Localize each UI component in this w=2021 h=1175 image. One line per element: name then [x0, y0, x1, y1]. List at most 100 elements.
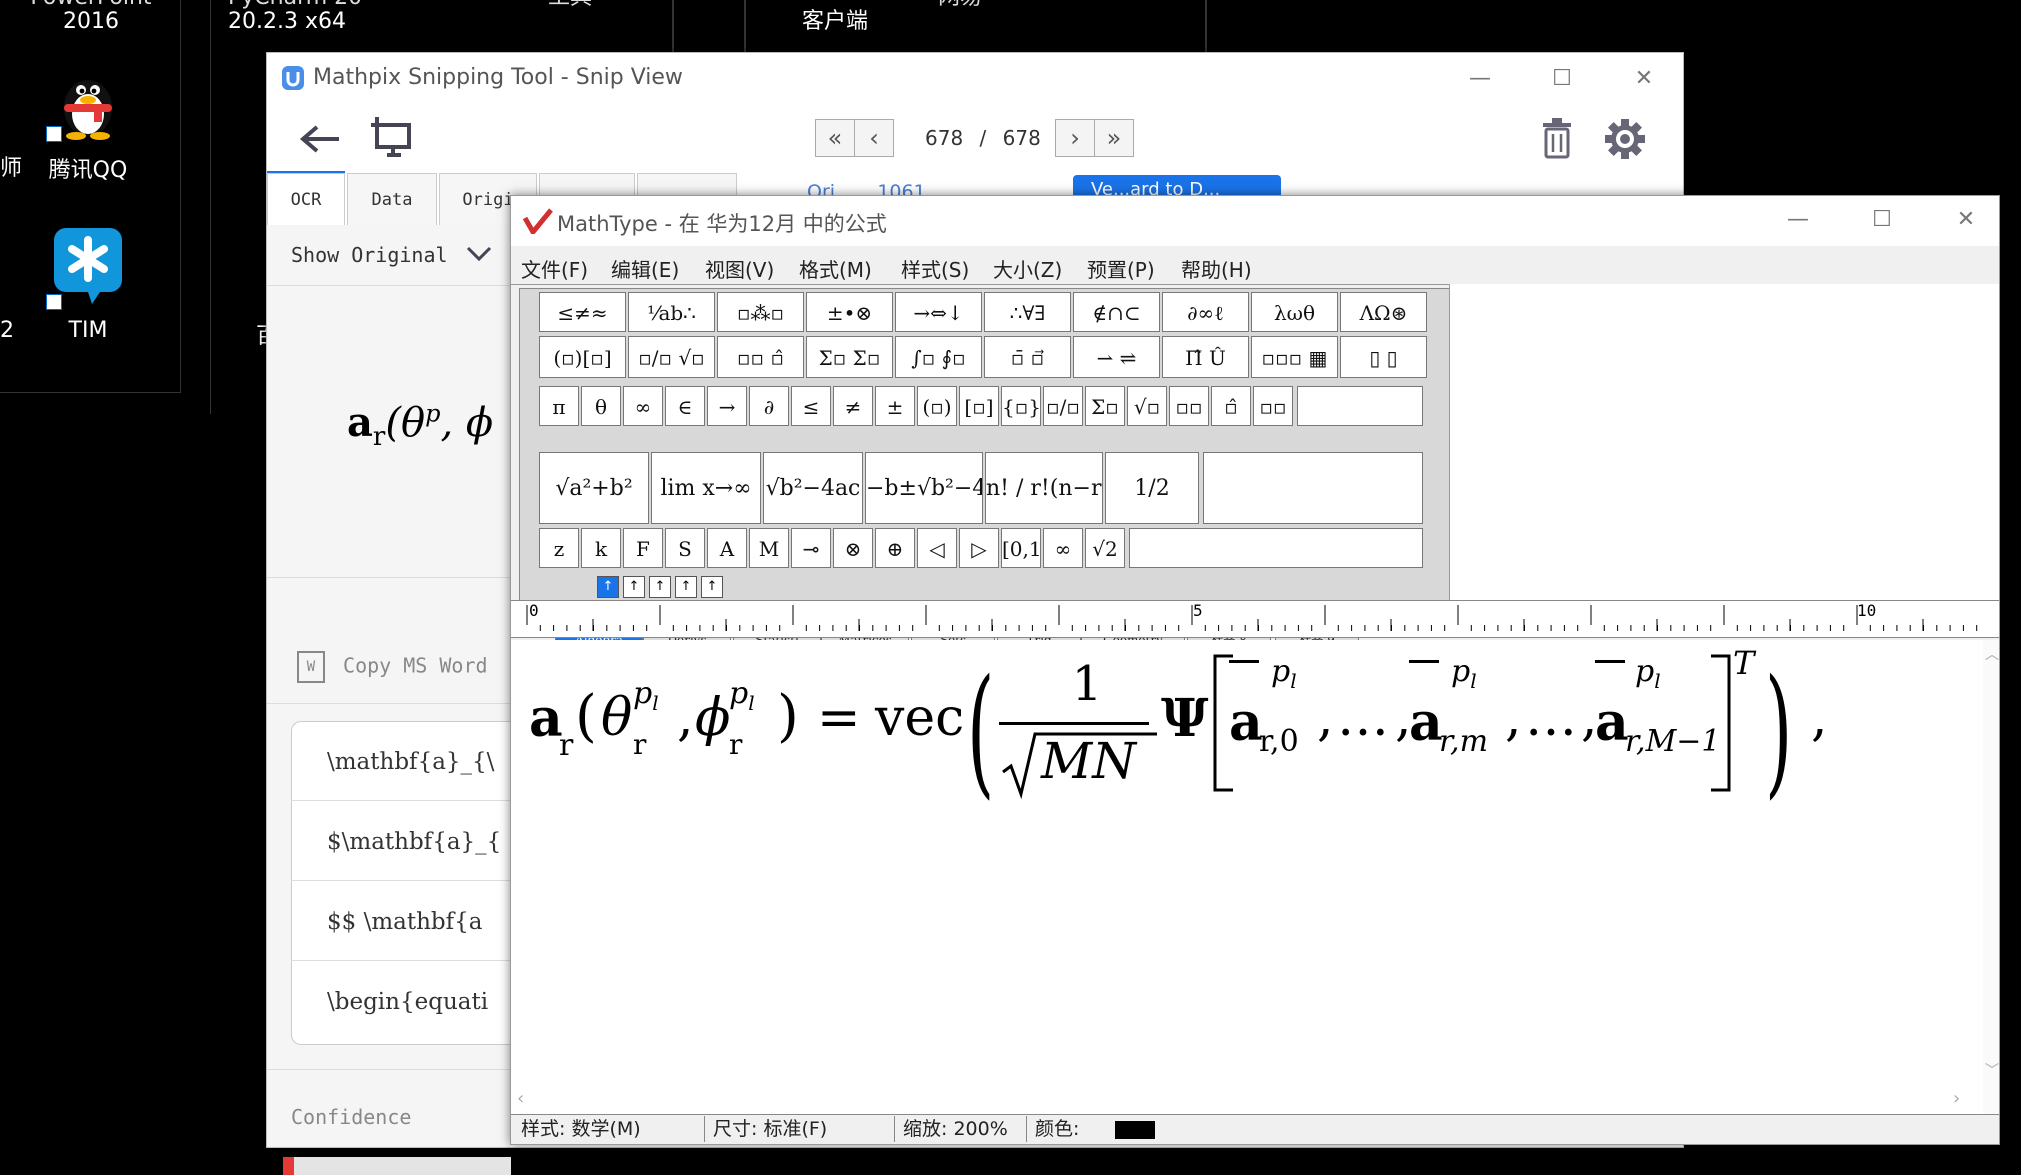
symbol-button[interactable]: π [539, 386, 579, 426]
palette-button[interactable]: ▫/▫ √▫ [628, 336, 715, 378]
tab-stop-decimal-button[interactable]: ↑ [701, 576, 723, 598]
symbol-button[interactable]: ∈ [665, 386, 705, 426]
latex-format-row[interactable]: $$ \mathbf{a [291, 883, 531, 961]
maximize-button[interactable]: ☐ [1537, 61, 1587, 97]
small-symbol-button[interactable]: ⊕ [875, 528, 915, 568]
symbol-button[interactable]: ▫▫ [1253, 386, 1293, 426]
ruler[interactable]: 0 5 10 [511, 600, 1999, 638]
small-symbol-button[interactable]: A [707, 528, 747, 568]
menu-edit[interactable]: 编辑(E) [611, 254, 679, 283]
palette-button[interactable]: ▫⁂▫ [717, 292, 804, 332]
symbol-button[interactable]: ∂ [749, 386, 789, 426]
menu-view[interactable]: 视图(V) [705, 254, 774, 283]
status-style[interactable]: 样式: 数学(M) [515, 1116, 705, 1142]
maximize-button[interactable]: ☐ [1857, 202, 1907, 238]
latex-format-row[interactable]: $\mathbf{a}_{ [291, 803, 531, 881]
small-symbol-button[interactable]: [0,1] [1001, 528, 1041, 568]
small-symbol-button[interactable]: k [581, 528, 621, 568]
palette-button[interactable]: λωθ [1251, 292, 1338, 332]
palette-button[interactable]: ΛΩ⊛ [1340, 292, 1427, 332]
palette-button[interactable]: ±•⊗ [806, 292, 893, 332]
desktop-icon-tim[interactable]: TIM [18, 226, 158, 343]
small-symbol-button[interactable]: M [749, 528, 789, 568]
tab-stop-left-button[interactable]: ↑ [597, 576, 619, 598]
desktop-icon-qq[interactable]: 腾讯QQ [18, 64, 158, 184]
palette-button[interactable]: ▫▫ ▫̂ [717, 336, 804, 378]
symbol-button[interactable]: Σ▫ [1085, 386, 1125, 426]
tab-stop-right-button[interactable]: ↑ [649, 576, 671, 598]
tab-stop-center-button[interactable]: ↑ [623, 576, 645, 598]
palette-button[interactable]: Π̂ Û [1162, 336, 1249, 378]
template-button[interactable]: √b²−4ac [763, 452, 863, 524]
palette-button[interactable]: ▯ ▯ [1340, 336, 1427, 378]
symbol-button[interactable]: ∞ [623, 386, 663, 426]
small-symbol-button[interactable]: z [539, 528, 579, 568]
menu-preferences[interactable]: 预置(P) [1087, 254, 1155, 283]
desktop-item-powerpoint[interactable]: PowerPoint 2016 [16, 0, 166, 52]
latex-format-row[interactable]: \mathbf{a}_{\ [291, 723, 531, 801]
palette-button[interactable]: ≤≠≈ [539, 292, 626, 332]
scroll-up-icon[interactable]: ︿ [1985, 644, 1999, 664]
symbol-button[interactable]: {▫} [1001, 386, 1041, 426]
scroll-left-icon[interactable]: ‹ [517, 1088, 524, 1109]
status-color[interactable]: 颜色: [1029, 1116, 1189, 1142]
close-button[interactable]: ✕ [1941, 202, 1991, 238]
palette-button[interactable]: ▫▫▫ ▦ [1251, 336, 1338, 378]
scroll-right-icon[interactable]: › [1953, 1088, 1960, 1109]
palette-button[interactable]: →⇔↓ [895, 292, 982, 332]
mathtype-window[interactable]: MathType - 在 华为12月 中的公式 — ☐ ✕ 文件(F) 编辑(E… [510, 195, 2000, 1145]
tab-data[interactable]: Data [347, 173, 437, 225]
desktop-item-tool[interactable]: 工具 [520, 0, 620, 52]
small-symbol-button[interactable]: ⊗ [833, 528, 873, 568]
template-button[interactable]: n! / r!(n−r)! [985, 452, 1103, 524]
small-symbol-button[interactable]: √2 [1085, 528, 1125, 568]
symbol-button[interactable]: θ [581, 386, 621, 426]
template-button[interactable]: √a²+b² [539, 452, 649, 524]
back-arrow-icon[interactable] [299, 121, 343, 157]
close-button[interactable]: ✕ [1619, 61, 1669, 97]
symbol-button[interactable]: √▫ [1127, 386, 1167, 426]
desktop-item-netease[interactable]: 网易 [920, 0, 1000, 52]
symbol-button[interactable]: ≠ [833, 386, 873, 426]
palette-button[interactable]: ∴∀∃ [984, 292, 1071, 332]
symbol-button[interactable]: ▫̂ [1211, 386, 1251, 426]
symbol-button[interactable]: ≤ [791, 386, 831, 426]
vertical-scrollbar[interactable]: ︿ ﹀ [1983, 640, 1999, 1116]
small-symbol-button[interactable]: S [665, 528, 705, 568]
menu-help[interactable]: 帮助(H) [1181, 254, 1252, 283]
symbol-button[interactable]: ▫▫ [1169, 386, 1209, 426]
copy-ms-word-button[interactable]: W Copy MS Word [297, 651, 488, 683]
show-original-toggle[interactable]: Show Original [291, 243, 492, 267]
small-symbol-button[interactable]: ∞ [1043, 528, 1083, 568]
tab-ocr[interactable]: OCR [267, 173, 345, 225]
first-page-button[interactable]: « [815, 119, 855, 157]
palette-button[interactable]: ▫̄ ▫⃗ [984, 336, 1071, 378]
snip-screen-icon[interactable] [369, 115, 415, 161]
palette-button[interactable]: ∫▫ ∮▫ [895, 336, 982, 378]
next-page-button[interactable]: › [1055, 119, 1095, 157]
small-symbol-button[interactable]: ▷ [959, 528, 999, 568]
menu-file[interactable]: 文件(F) [521, 254, 588, 283]
symbol-button[interactable]: ± [875, 386, 915, 426]
small-symbol-button[interactable]: F [623, 528, 663, 568]
template-button[interactable]: lim x→∞ [651, 452, 761, 524]
palette-button[interactable]: ⇀ ⇌ [1073, 336, 1160, 378]
status-size[interactable]: 尺寸: 标准(F) [707, 1116, 895, 1142]
scroll-down-icon[interactable]: ﹀ [1985, 1060, 1999, 1080]
trash-icon[interactable] [1539, 117, 1575, 159]
symbol-button[interactable]: → [707, 386, 747, 426]
desktop-item-pycharm[interactable]: PyCharm 20 20.2.3 x64 [228, 0, 378, 52]
symbol-button[interactable]: (▫) [917, 386, 957, 426]
prev-page-button[interactable]: ‹ [854, 119, 894, 157]
menu-size[interactable]: 大小(Z) [993, 254, 1062, 283]
tab-stop-relation-button[interactable]: ↑ [675, 576, 697, 598]
palette-button[interactable]: ∂∞ℓ [1162, 292, 1249, 332]
gear-icon[interactable] [1603, 117, 1647, 161]
symbol-button[interactable]: [▫] [959, 386, 999, 426]
palette-button[interactable]: ⅟ab∴ [628, 292, 715, 332]
last-page-button[interactable]: » [1094, 119, 1134, 157]
template-button[interactable]: −b±√b²−4ac / 2a [865, 452, 983, 524]
latex-format-row[interactable]: \begin{equati [291, 963, 531, 1041]
palette-button[interactable]: Σ▫ Σ▫ [806, 336, 893, 378]
template-button[interactable]: 1/2 [1105, 452, 1199, 524]
